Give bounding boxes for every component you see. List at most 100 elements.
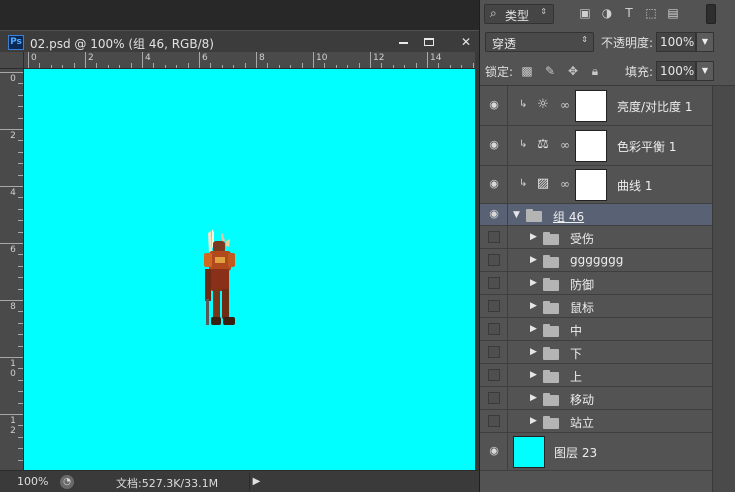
layer-group-row[interactable]: ▶ 移动	[480, 387, 712, 410]
fill-dropdown-button[interactable]: ▼	[696, 61, 714, 81]
smart-object-filter-icon[interactable]: ▤	[665, 5, 681, 21]
expand-triangle-icon[interactable]: ▶	[530, 393, 537, 403]
hidden-visibility-toggle[interactable]	[488, 300, 500, 312]
layer-group-row[interactable]: ▶ ggggggg	[480, 249, 712, 272]
link-icon: ∞	[560, 177, 570, 191]
hidden-visibility-toggle[interactable]	[488, 254, 500, 266]
group-name: 防御	[570, 278, 595, 292]
expand-triangle-icon[interactable]: ▶	[530, 347, 537, 357]
lock-label: 锁定:	[485, 65, 514, 79]
ruler-tick	[18, 436, 23, 438]
expand-triangle-icon[interactable]: ▶	[530, 278, 537, 288]
type-filter-icon[interactable]: T	[621, 5, 637, 21]
layer-thumbnail[interactable]	[513, 436, 545, 468]
ruler-horizontal[interactable]: 0 2 4 6 8 10 12 14	[24, 52, 475, 69]
group-name: 站立	[570, 416, 595, 430]
layer-row[interactable]: ◉ ↳ ⚖ ∞ 色彩平衡 1	[480, 126, 712, 166]
expand-triangle-icon[interactable]: ▶	[530, 301, 537, 311]
ruler-tick	[0, 186, 23, 187]
eye-icon[interactable]: ◉	[488, 99, 500, 111]
export-status-icon[interactable]: ◔	[60, 475, 74, 489]
canvas[interactable]	[24, 69, 475, 470]
minimize-button[interactable]	[392, 33, 414, 51]
layer-group-row[interactable]: ▶ 鼠标	[480, 295, 712, 318]
ruler-tick	[18, 402, 23, 404]
ruler-tick	[176, 65, 178, 68]
ruler-tick	[187, 63, 189, 68]
hidden-visibility-toggle[interactable]	[488, 392, 500, 404]
layer-row[interactable]: ◉ ↳ ☼ ∞ 亮度/对比度 1	[480, 86, 712, 126]
ruler-tick	[313, 52, 314, 68]
eye-icon[interactable]: ◉	[488, 139, 500, 151]
hidden-visibility-toggle[interactable]	[488, 369, 500, 381]
layer-group-row[interactable]: ▶ 中	[480, 318, 712, 341]
layer-group-row[interactable]: ▶ 上	[480, 364, 712, 387]
group-name: 移动	[570, 393, 595, 407]
hidden-visibility-toggle[interactable]	[488, 346, 500, 358]
ruler-tick	[18, 345, 23, 347]
layer-group-row[interactable]: ▶ 下	[480, 341, 712, 364]
layer-name: 色彩平衡 1	[617, 140, 677, 154]
collapse-triangle-icon[interactable]: ▼	[513, 210, 520, 220]
hidden-visibility-toggle[interactable]	[488, 277, 500, 289]
expand-triangle-icon[interactable]: ▶	[530, 370, 537, 380]
visibility-cell	[480, 387, 508, 409]
document-titlebar[interactable]: Ps 02.psd @ 100% (组 46, RGB/8) ✕	[0, 30, 479, 52]
zoom-level[interactable]: 100%	[17, 475, 48, 488]
layer-row[interactable]: ◉ ↳ ▨ ∞ 曲线 1	[480, 166, 712, 204]
maximize-button[interactable]	[418, 33, 440, 51]
eye-icon[interactable]: ◉	[488, 445, 500, 457]
fill-input[interactable]: 100%	[656, 61, 696, 81]
layer-row[interactable]: ◉ 图层 23	[480, 433, 712, 471]
layer-mask-thumbnail[interactable]	[575, 90, 607, 122]
filter-toggle[interactable]	[706, 4, 716, 24]
filter-kind-select[interactable]: ⌕ 类型 ⇕	[484, 4, 554, 24]
curves-icon: ▨	[536, 176, 550, 191]
lock-position-icon[interactable]: ✥	[565, 63, 581, 79]
lock-all-icon[interactable]: 🔒︎	[587, 63, 603, 79]
expand-triangle-icon[interactable]: ▶	[530, 324, 537, 334]
brightness-contrast-icon: ☼	[537, 97, 549, 112]
layer-mask-thumbnail[interactable]	[575, 130, 607, 162]
expand-triangle-icon[interactable]: ▶	[530, 255, 537, 265]
ruler-label: 2	[88, 53, 94, 63]
ruler-vertical[interactable]: 0 2 4 6 8 10 12	[0, 69, 24, 470]
hidden-visibility-toggle[interactable]	[488, 323, 500, 335]
layer-mask-thumbnail[interactable]	[575, 169, 607, 201]
hidden-visibility-toggle[interactable]	[488, 231, 500, 243]
folder-icon	[543, 324, 559, 337]
image-filter-icon[interactable]: ▣	[577, 5, 593, 21]
folder-icon	[543, 278, 559, 291]
expand-triangle-icon[interactable]: ▶	[530, 232, 537, 242]
ruler-tick	[18, 151, 23, 153]
eye-icon[interactable]: ◉	[488, 208, 500, 220]
ruler-tick	[290, 65, 292, 68]
layer-name: 曲线 1	[617, 179, 653, 193]
close-button[interactable]: ✕	[455, 33, 477, 51]
folder-icon	[543, 347, 559, 360]
opacity-dropdown-button[interactable]: ▼	[696, 32, 714, 52]
layers-scrollbar[interactable]	[712, 86, 735, 492]
layer-group-row[interactable]: ▶ 站立	[480, 410, 712, 433]
layer-group-row[interactable]: ▶ 防御	[480, 272, 712, 295]
status-menu-arrow[interactable]: ▶	[249, 473, 263, 491]
ruler-origin[interactable]	[0, 52, 24, 69]
visibility-cell: ◉	[480, 166, 508, 203]
document-size: 文档:527.3K/33.1M	[116, 477, 219, 490]
layer-group-row[interactable]: ▶ 受伤	[480, 226, 712, 249]
shape-filter-icon[interactable]: ⬚	[643, 5, 659, 21]
lock-transparency-icon[interactable]: ▩	[519, 63, 535, 79]
adjustment-filter-icon[interactable]: ◑	[599, 5, 615, 21]
layer-group-row-selected[interactable]: ◉ ▼ 组 46	[480, 204, 712, 226]
blend-mode-select[interactable]: 穿透 ⇕	[485, 32, 594, 52]
lock-image-icon[interactable]: ✎	[542, 63, 558, 79]
ruler-label: 8	[10, 302, 16, 312]
hidden-visibility-toggle[interactable]	[488, 415, 500, 427]
ruler-tick	[130, 63, 132, 68]
opacity-input[interactable]: 100%	[656, 32, 696, 52]
ruler-tick	[0, 414, 23, 415]
eye-icon[interactable]: ◉	[488, 178, 500, 190]
ruler-label: 10	[10, 359, 16, 379]
expand-triangle-icon[interactable]: ▶	[530, 416, 537, 426]
sprite-horn	[221, 233, 225, 242]
